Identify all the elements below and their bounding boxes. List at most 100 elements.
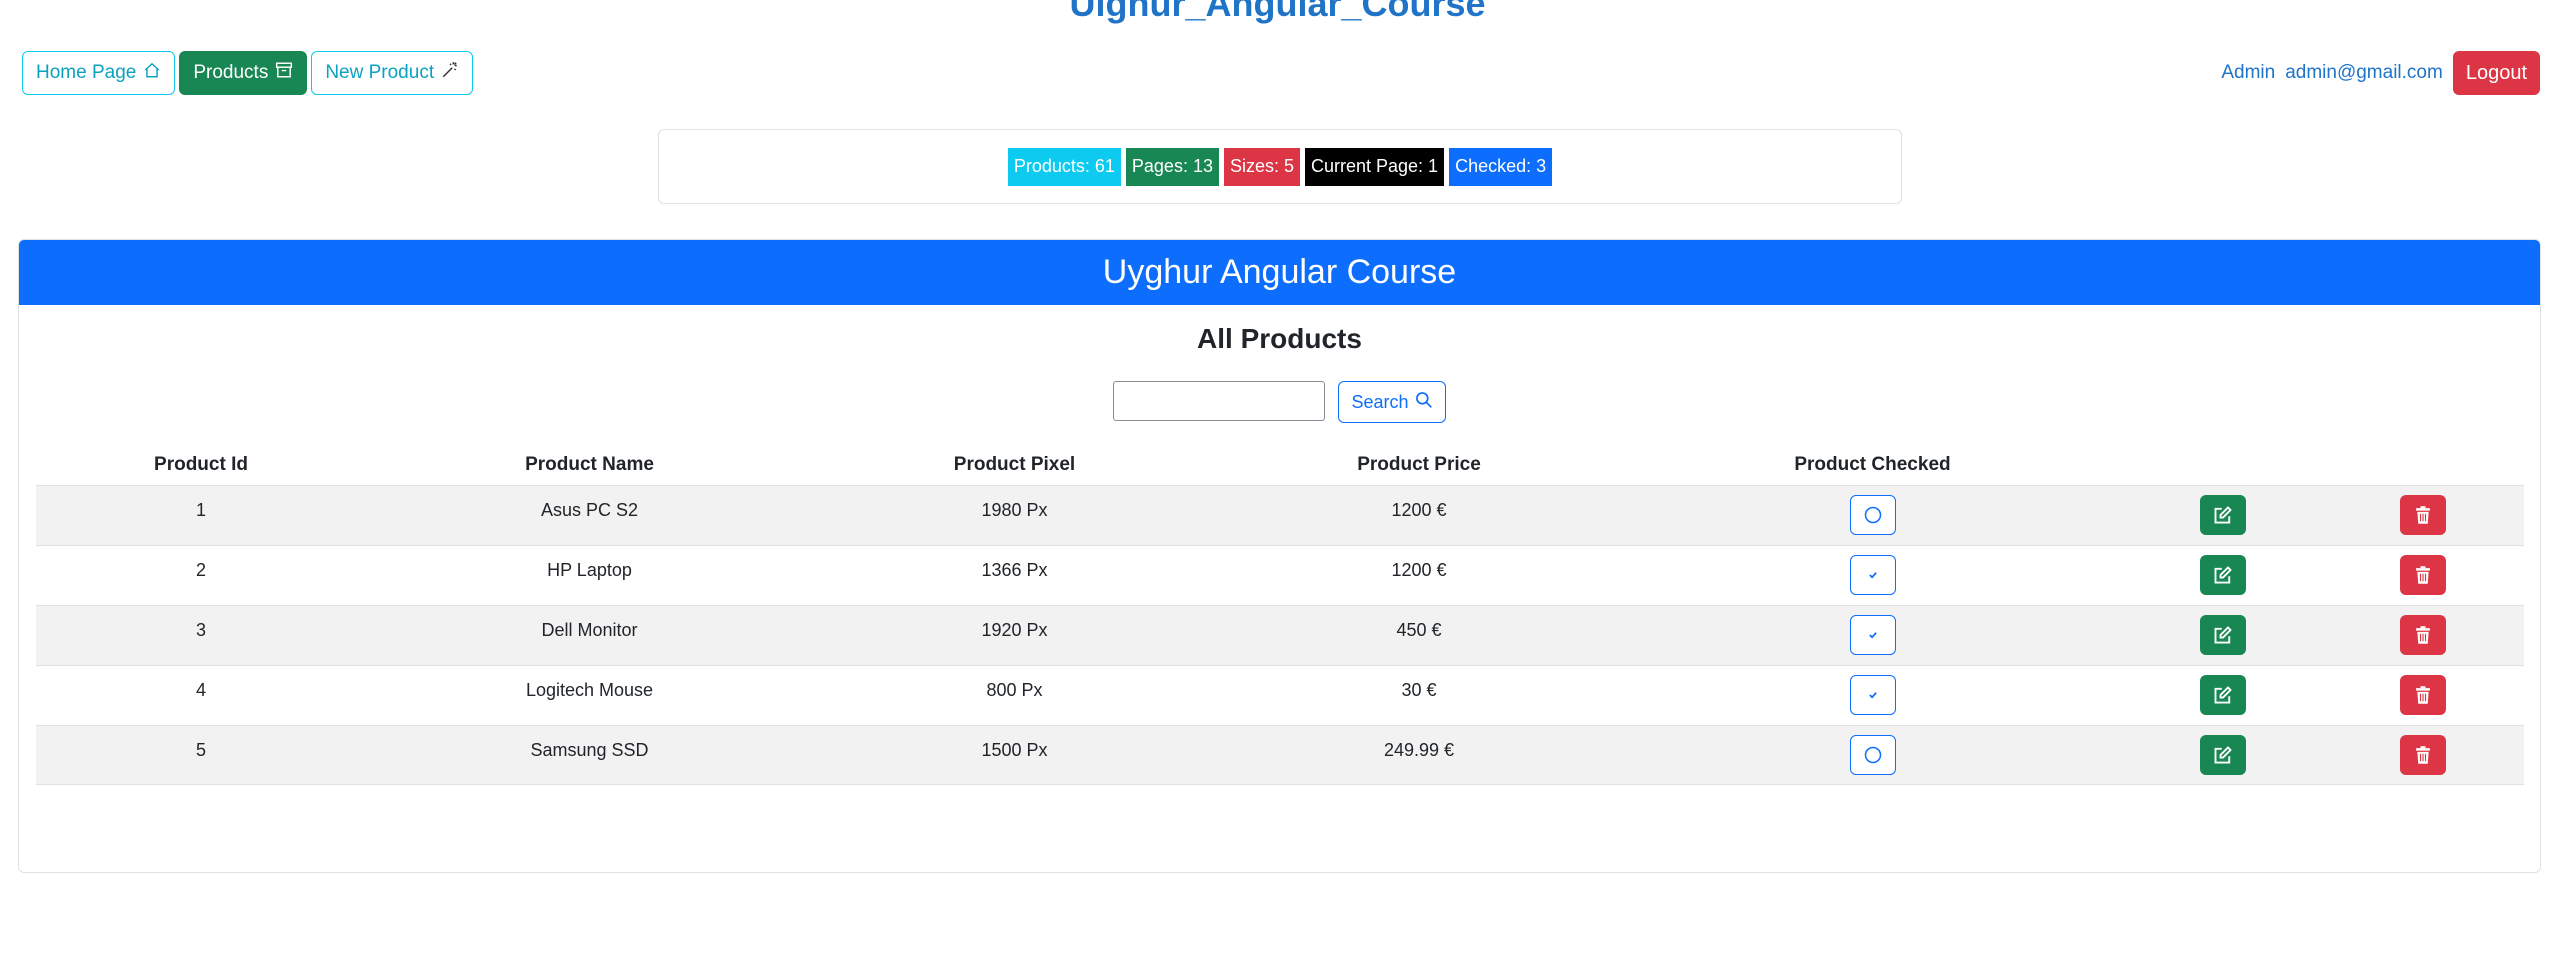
page-button[interactable]: 1 [969,872,1007,873]
edit-button[interactable] [2200,735,2246,775]
user-email: admin@gmail.com [2285,62,2443,83]
product-name: Dell Monitor [541,620,638,640]
edit-button[interactable] [2200,495,2246,535]
product-pixel: 800 Px [986,680,1043,700]
logout-button[interactable]: Logout [2452,51,2540,95]
page-button[interactable]: 12 [1495,872,1538,873]
edit-icon [2214,566,2232,584]
edit-button[interactable] [2200,615,2246,655]
user-area: Admin admin@gmail.com Logout [2221,51,2540,95]
toggle-checked-button[interactable] [1849,495,1896,535]
product-pixel: 1366 Px [981,560,1048,580]
delete-button[interactable] [2400,495,2446,535]
edit-button[interactable] [2200,675,2246,715]
table-row: 2 HP Laptop 1366 Px 1200 € [36,545,2524,605]
card-header: Uyghur Angular Course [19,240,2540,305]
trash-icon [2416,686,2430,704]
house-icon [143,61,161,85]
edit-button[interactable] [2200,555,2246,595]
search-button[interactable]: Search [1338,381,1446,423]
check-icon [1868,572,1877,579]
product-id: 1 [195,500,206,520]
product-name: Logitech Mouse [525,680,654,700]
trash-icon [2416,746,2430,764]
page-button[interactable]: 6 [1204,872,1242,873]
trash-icon [2416,566,2430,584]
search-form: Search [19,381,2540,423]
column-header: Product Pixel [953,454,1076,475]
delete-button[interactable] [2400,555,2446,595]
delete-button[interactable] [2400,735,2446,775]
app-title: Uighur_Angular_Course [1069,0,1486,24]
page-button[interactable]: 11 [1444,872,1486,873]
page-button[interactable]: 9 [1345,872,1383,873]
search-input[interactable] [1113,381,1326,421]
product-name: Samsung SSD [530,740,649,760]
product-name: HP Laptop [547,560,632,580]
page-button[interactable]: 7 [1251,872,1289,873]
search-label: Search [1351,391,1409,412]
edit-icon [2214,746,2232,764]
edit-icon [2214,506,2232,524]
product-name: Asus PC S2 [540,500,639,520]
pagination: 1 2 3 4 5 6 7 8 9 10 11 12 13 [19,872,2540,873]
products-button[interactable]: Products [179,51,308,95]
table-row: 4 Logitech Mouse 800 Px 30 € [36,665,2524,725]
top-nav: Home Page Products New Product [22,51,474,95]
table-row: 5 Samsung SSD 1500 Px 249.99 € [36,725,2524,785]
stat-checked-badge: Checked: 3 [1449,147,1553,186]
table-row: 1 Asus PC S2 1980 Px 1200 € [36,485,2524,545]
column-header: Product Name [525,454,654,475]
toggle-checked-button[interactable] [1849,735,1896,775]
product-price: 1200 € [1391,560,1447,580]
page-button[interactable]: 4 [1110,872,1148,873]
product-id: 2 [195,560,206,580]
stats-card: Products: 61 Pages: 13 Sizes: 5 Current … [658,129,1902,204]
toggle-checked-button[interactable] [1849,675,1896,715]
page-button[interactable]: 2 [1016,872,1054,873]
product-id: 5 [195,740,206,760]
check-icon [1868,632,1877,639]
products-table: Product Id Product Name Product Pixel Pr… [36,445,2524,785]
search-icon [1415,391,1433,414]
products-card: Uyghur Angular Course All Products Searc… [18,239,2541,873]
home-page-label: Home Page [36,62,137,83]
circle-icon [1864,506,1881,524]
delete-button[interactable] [2400,675,2446,715]
product-pixel: 1920 Px [981,620,1048,640]
delete-button[interactable] [2400,615,2446,655]
page-button[interactable]: 3 [1063,872,1101,873]
page-button[interactable]: 10 [1392,872,1435,873]
archive-icon [275,61,293,85]
stat-pages-badge: Pages: 13 [1125,147,1219,186]
new-product-label: New Product [325,62,435,83]
product-price: 450 € [1396,620,1442,640]
edit-icon [2214,686,2232,704]
new-product-button[interactable]: New Product [311,51,474,95]
product-price: 249.99 € [1383,740,1455,760]
column-header: Product Price [1357,454,1481,475]
product-id: 3 [195,620,206,640]
trash-icon [2416,626,2430,644]
page-button[interactable]: 5 [1157,872,1195,873]
products-label: Products [193,62,269,83]
edit-icon [2214,626,2232,644]
column-header: Product Id [154,454,248,475]
check-icon [1868,692,1877,699]
column-header: Product Checked [1794,454,1951,475]
table-row: 3 Dell Monitor 1920 Px 450 € [36,605,2524,665]
stat-products-badge: Products: 61 [1007,147,1121,186]
product-pixel: 1980 Px [981,500,1048,520]
stat-current-page-badge: Current Page: 1 [1305,147,1445,186]
section-title: All Products [1197,323,1362,354]
toggle-checked-button[interactable] [1849,615,1896,655]
page-button[interactable]: 8 [1298,872,1336,873]
circle-icon [1864,746,1881,764]
product-pixel: 1500 Px [981,740,1048,760]
product-price: 1200 € [1391,500,1447,520]
page-button[interactable]: 13 [1547,872,1590,873]
product-id: 4 [195,680,206,700]
home-page-button[interactable]: Home Page [22,51,176,95]
toggle-checked-button[interactable] [1849,555,1896,595]
stat-sizes-badge: Sizes: 5 [1223,147,1300,186]
